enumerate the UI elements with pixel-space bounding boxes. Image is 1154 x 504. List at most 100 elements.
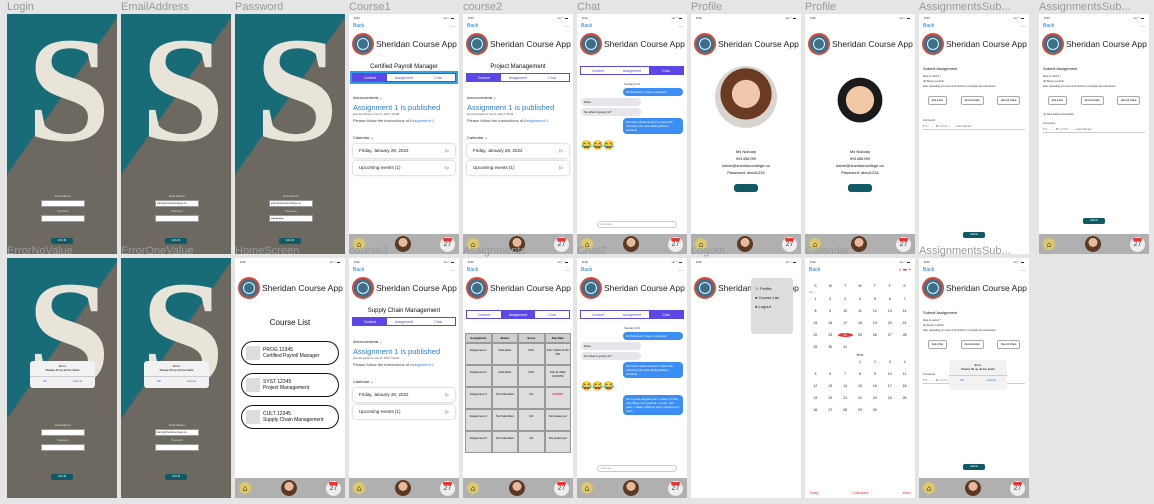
email-field[interactable]: kabre@sheridancollege.ca — [155, 429, 199, 436]
more-button[interactable]: ... — [679, 23, 683, 32]
course-item[interactable]: PROG 12345 Certified Payroll Manager — [241, 341, 339, 365]
tab-content[interactable]: Content — [467, 74, 501, 81]
back-button[interactable]: Back — [581, 267, 592, 276]
calendar-header[interactable]: Calendar ⌄ — [353, 379, 455, 384]
submit-button[interactable]: Submit — [1083, 218, 1105, 224]
avatar[interactable] — [508, 480, 525, 496]
avatar[interactable] — [964, 480, 981, 496]
tab-assignment[interactable]: Assignment — [501, 311, 535, 318]
more-button[interactable]: ... — [565, 267, 569, 276]
back-button[interactable]: Back — [1043, 23, 1054, 32]
calendar-icon[interactable]: 27 — [554, 480, 569, 496]
password-field[interactable] — [41, 444, 85, 451]
login-button[interactable]: LOG IN — [165, 238, 187, 244]
cancel-button[interactable]: Cancel — [73, 379, 82, 383]
email-field[interactable]: kabre@sheridancollege.ca — [155, 200, 199, 207]
more-button[interactable]: ... — [451, 23, 455, 32]
more-button[interactable]: ... — [679, 267, 683, 276]
avatar[interactable] — [622, 480, 639, 496]
calendar-icon[interactable]: 27 — [440, 480, 455, 496]
password-field[interactable] — [41, 215, 85, 222]
course-item[interactable]: SYST 12345 Project Management — [241, 373, 339, 397]
tab-chat[interactable]: Chat — [535, 74, 569, 81]
record-video-button[interactable]: Record Video — [997, 340, 1021, 349]
submit-button[interactable]: Submit — [963, 464, 985, 470]
upcoming-card[interactable]: Upcoming events (1) ▷ — [353, 161, 455, 175]
record-video-button[interactable]: Record Video — [997, 96, 1021, 105]
back-button[interactable]: Back — [581, 23, 592, 32]
email-field[interactable]: kabre@sheridancollege.ca — [269, 200, 313, 207]
event-card[interactable]: Friday, January 28, 2022 ▷ — [467, 144, 569, 158]
login-button[interactable]: LOG IN — [165, 474, 187, 480]
tab-content[interactable]: Content — [353, 318, 387, 325]
more-button[interactable]: ... — [451, 267, 455, 276]
message-input[interactable]: iMessage — [597, 465, 677, 472]
event-card[interactable]: Friday, January 28, 2022 ▷ — [353, 388, 455, 402]
calendar-icon[interactable]: 27 — [1130, 236, 1145, 252]
today-button[interactable]: Today — [809, 491, 818, 495]
upcoming-card[interactable]: Upcoming events (1) ▷ — [353, 405, 455, 419]
more-button[interactable]: ... — [1021, 267, 1025, 276]
home-icon[interactable]: ⌂ — [467, 482, 479, 494]
back-button[interactable]: Back — [467, 267, 478, 276]
tab-assignment[interactable]: Assignment — [615, 67, 649, 74]
tab-assignment[interactable]: Assignment — [615, 311, 649, 318]
menu-item-course-list[interactable]: ● Course List — [755, 295, 789, 300]
tab-content[interactable]: Content — [353, 74, 387, 81]
ok-button[interactable]: OK — [960, 378, 964, 382]
avatar[interactable] — [394, 480, 411, 496]
record-audio-button[interactable]: Record Audio — [1080, 96, 1104, 105]
cancel-button[interactable]: Cancel — [987, 378, 996, 382]
announcements-header[interactable]: Announcements ⌄ — [353, 96, 455, 100]
add-file-button[interactable]: Add a File — [1047, 96, 1068, 105]
announcements-header[interactable]: Announcements ⌄ — [467, 96, 569, 100]
profile-button[interactable] — [734, 184, 758, 192]
email-field[interactable] — [41, 429, 85, 436]
tab-assignment[interactable]: Assignment — [387, 74, 421, 81]
back-button[interactable]: Back — [467, 23, 478, 32]
password-field[interactable] — [155, 215, 199, 222]
back-button[interactable]: Back — [353, 23, 364, 32]
home-icon[interactable]: ⌂ — [581, 482, 593, 494]
tab-content[interactable]: Content — [581, 67, 615, 74]
home-icon[interactable]: ⌂ — [353, 482, 365, 494]
submit-link[interactable]: SUBMIT — [544, 387, 571, 409]
more-button[interactable]: ... — [1021, 23, 1025, 32]
record-audio-button[interactable]: Record Audio — [960, 96, 984, 105]
calendar-header[interactable]: Calendar ⌄ — [353, 135, 455, 140]
ok-button[interactable]: OK — [157, 379, 161, 383]
menu-item-profile[interactable]: ☺ Profile — [755, 286, 789, 291]
tab-chat[interactable]: Chat — [421, 318, 455, 325]
tab-content[interactable]: Content — [467, 311, 501, 318]
password-field[interactable]: ●●●●●●●● — [269, 215, 313, 222]
email-field[interactable] — [41, 200, 85, 207]
back-button[interactable]: Back — [353, 267, 364, 276]
calendar-header[interactable]: Calendar ⌄ — [467, 135, 569, 140]
message-input[interactable]: iMessage — [597, 221, 677, 228]
home-icon[interactable]: ⌂ — [239, 482, 251, 494]
november-grid[interactable]: 1 2 3 4 5 6 7 8 9 10 11 12 13 14 15 16 17 18 19 20 21 22 23 24 2… — [808, 360, 912, 412]
menu-item-logout[interactable]: ● Logout — [755, 304, 789, 309]
inbox-button[interactable]: Inbox — [902, 491, 911, 495]
tab-chat[interactable]: Chat — [649, 311, 683, 318]
record-video-button[interactable]: Record Video — [1117, 96, 1141, 105]
add-file-button[interactable]: Add a File — [927, 96, 948, 105]
login-button[interactable]: LOG IN — [51, 238, 73, 244]
assignment-link[interactable]: Assignment 1 — [524, 118, 548, 123]
login-button[interactable]: LOG IN — [279, 238, 301, 244]
calendar-icon[interactable]: 27 — [326, 480, 341, 496]
cancel-button[interactable]: Cancel — [187, 379, 196, 383]
october-grid[interactable]: 1 2 3 4 5 6 7 8 9 10 11 12 13 14 15 16 17 18 19 20 21 22 23 24 2… — [808, 297, 912, 349]
announcements-header[interactable]: Announcements ⌄ — [353, 340, 455, 344]
calendar-icon[interactable]: 27 — [1010, 480, 1025, 496]
tab-chat[interactable]: Chat — [421, 74, 455, 81]
tab-chat[interactable]: Chat — [535, 311, 569, 318]
upcoming-card[interactable]: Upcoming events (1) ▷ — [467, 161, 569, 175]
back-button[interactable]: Back — [923, 267, 934, 276]
editor-toolbar[interactable]: ¶ ≡ ← → B I U ≡ ≡ ← → Last Saved — [923, 124, 1025, 130]
tab-content[interactable]: Content — [581, 311, 615, 318]
tab-assignment[interactable]: Assignment — [387, 318, 421, 325]
course-item[interactable]: CULT 12345 Supply Chain Management — [241, 405, 339, 429]
ok-button[interactable]: OK — [43, 379, 47, 383]
avatar[interactable] — [280, 480, 297, 496]
